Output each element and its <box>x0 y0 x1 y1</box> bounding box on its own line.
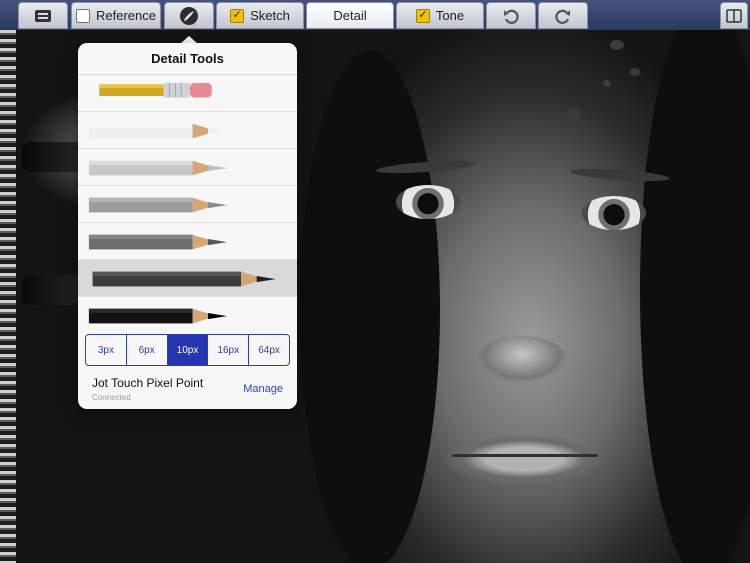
sketch-checkbox[interactable]: ✓ <box>230 8 245 23</box>
eraser-pencil-icon <box>99 82 212 98</box>
book-button[interactable] <box>720 2 748 29</box>
layers-icon <box>35 9 51 22</box>
stylus-status: Connected <box>92 393 131 402</box>
detail-tools-popover: Detail Tools 3px 6px 10px 16px 64px Jot … <box>78 43 297 409</box>
tool-pencil-gray[interactable] <box>78 186 297 223</box>
undo-icon <box>504 9 519 24</box>
size-16px[interactable]: 16px <box>208 335 250 365</box>
brush-size-selector: 3px 6px 10px 16px 64px <box>85 334 290 366</box>
brush-icon <box>180 6 198 25</box>
tone-checkbox[interactable]: ✓ <box>415 8 430 23</box>
mole <box>630 68 640 76</box>
mole <box>566 108 580 126</box>
book-icon <box>726 8 742 23</box>
size-10px[interactable]: 10px <box>167 335 209 365</box>
pencil-gray-icon <box>88 197 228 213</box>
mole <box>610 40 624 50</box>
tool-pencil-black[interactable] <box>78 297 297 333</box>
stylus-name: Jot Touch Pixel Point <box>92 376 204 390</box>
popover-title: Detail Tools <box>78 43 297 75</box>
top-toolbar: Reference ✓ Sketch Detail ✓ Tone <box>0 0 750 30</box>
left-eye <box>396 185 460 219</box>
pencil-light-gray-icon <box>88 160 228 176</box>
tab-sketch-label: Sketch <box>250 8 290 23</box>
pencil-black-icon <box>88 308 228 324</box>
mole <box>603 80 611 87</box>
hair-shape <box>640 30 750 563</box>
tab-tone[interactable]: ✓ Tone <box>396 2 484 29</box>
redo-icon <box>555 9 570 24</box>
tab-detail[interactable]: Detail <box>306 2 394 29</box>
tab-reference-label: Reference <box>96 8 156 23</box>
nose <box>478 336 566 382</box>
layers-button[interactable] <box>18 2 68 29</box>
pencil-charcoal-icon <box>92 271 276 287</box>
tool-eraser[interactable] <box>78 75 297 112</box>
tab-sketch[interactable]: ✓ Sketch <box>216 2 304 29</box>
tool-pencil-charcoal[interactable] <box>78 260 297 297</box>
notebook-spiral <box>0 30 16 563</box>
tab-tone-label: Tone <box>435 8 465 23</box>
lips <box>446 435 602 483</box>
tool-pencil-light-gray[interactable] <box>78 149 297 186</box>
pencil-white-icon <box>88 123 228 139</box>
redo-button[interactable] <box>538 2 588 29</box>
tab-reference[interactable]: Reference <box>71 2 161 29</box>
tab-detail-label: Detail <box>333 8 367 23</box>
size-6px[interactable]: 6px <box>127 335 168 365</box>
hair-shape <box>300 50 440 563</box>
lip-line <box>452 454 598 457</box>
tool-pencil-white[interactable] <box>78 112 297 149</box>
right-eye <box>582 196 646 230</box>
undo-button[interactable] <box>486 2 536 29</box>
size-3px[interactable]: 3px <box>86 335 127 365</box>
reference-checkbox[interactable] <box>76 8 90 23</box>
pencil-dark-gray-icon <box>88 234 228 250</box>
manage-stylus-link[interactable]: Manage <box>243 383 283 395</box>
brush-button[interactable] <box>164 2 214 29</box>
tool-pencil-dark-gray[interactable] <box>78 223 297 260</box>
size-64px[interactable]: 64px <box>249 335 289 365</box>
